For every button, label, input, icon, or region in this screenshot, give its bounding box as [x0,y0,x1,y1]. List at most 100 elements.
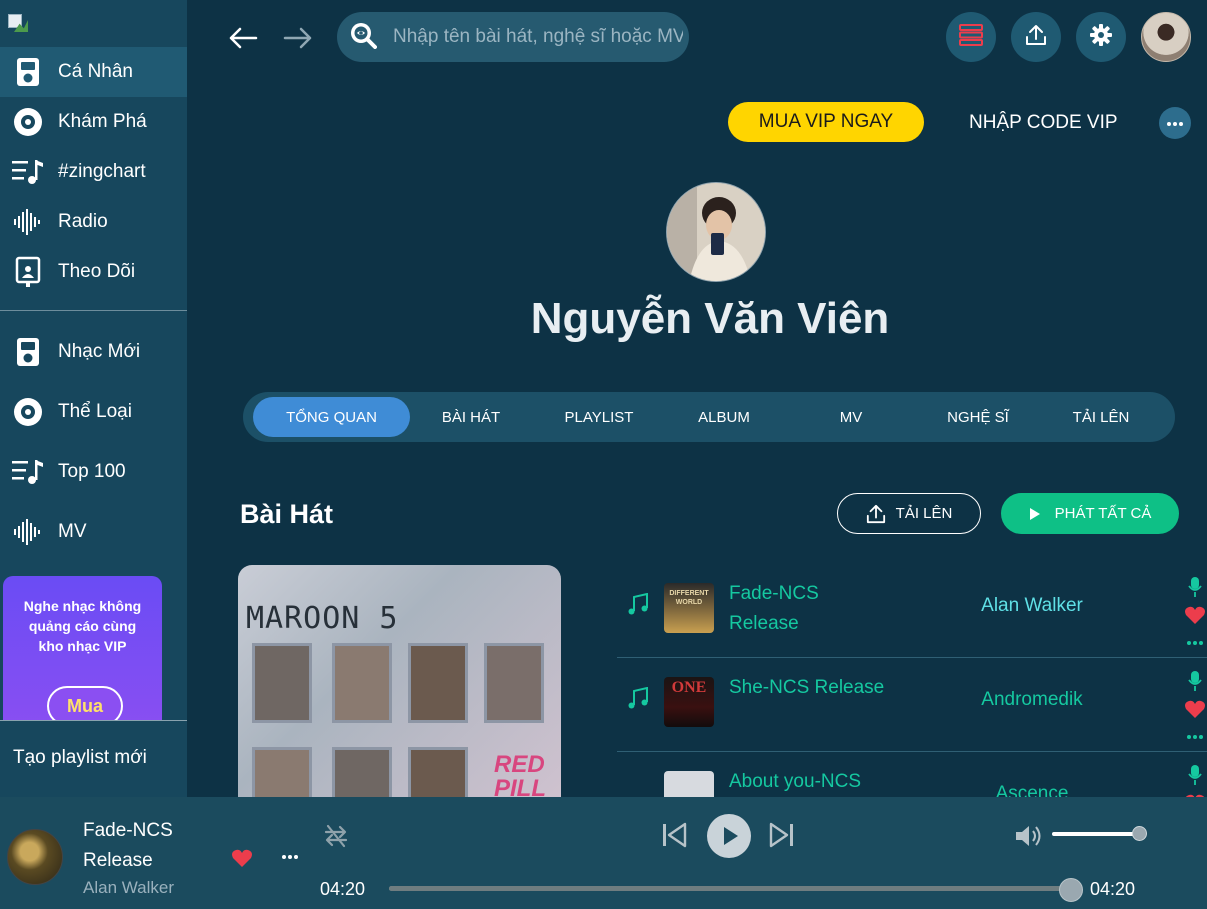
user-avatar[interactable] [1141,12,1191,62]
forward-arrow-icon[interactable] [283,24,313,52]
song-artist[interactable]: Andromedik [917,689,1147,711]
sidebar-item-nhac-moi[interactable]: Nhạc Mới [0,327,187,377]
follow-icon [12,256,44,288]
vip-promo-text: Nghe nhạc không quảng cáo cùng kho nhạc … [23,598,142,654]
album-face [484,643,544,723]
new-playlist-button[interactable]: Tạo playlist mới [0,720,187,797]
song-title[interactable]: Fade-NCS Release [729,579,889,639]
tab-playlist[interactable]: PLAYLIST [532,397,666,437]
play-button[interactable] [707,814,751,858]
sidebar-item-label: Nhạc Mới [58,341,141,362]
song-artist[interactable]: Ascence [917,783,1147,797]
song-actions [1184,573,1206,657]
vip-promo-card: Nghe nhạc không quảng cáo cùng kho nhạc … [3,576,162,736]
tab-nghe-si[interactable]: NGHỆ SĨ [920,397,1036,437]
tab-tai-len[interactable]: TẢI LÊN [1036,397,1166,437]
heart-icon[interactable] [231,848,253,868]
logo-broken-image-icon[interactable] [8,14,28,32]
profile-avatar [666,182,766,282]
back-arrow-icon[interactable] [228,24,258,52]
progress-knob[interactable] [1059,878,1083,902]
karaoke-mic-icon[interactable] [1184,761,1206,789]
buy-vip-button[interactable]: MUA VIP NGAY [728,102,924,142]
disc-icon [12,396,44,428]
sidebar-item-label: Thể Loại [58,401,132,422]
album-art[interactable]: MAROON 5 RED PILL [238,565,561,797]
album-face [252,747,312,797]
song-thumb-text: DIFFERENT WORLD [669,590,709,606]
upload-label: TẢI LÊN [895,505,953,522]
sidebar-item-mv[interactable]: MV [0,507,187,557]
ellipsis-icon[interactable] [281,847,303,867]
album-art-label: RED PILL [494,751,546,798]
song-row[interactable]: DIFFERENT WORLD Fade-NCS Release Alan Wa… [617,565,1207,658]
shuffle-icon[interactable] [322,822,350,850]
sidebar-item-theo-doi[interactable]: Theo Dõi [0,247,187,297]
sidebar-item-kham-pha[interactable]: Khám Phá [0,97,187,147]
sidebar-item-label: MV [58,521,87,542]
soundwave-icon [12,206,44,238]
next-track-icon[interactable] [769,822,795,848]
sidebar-item-top-100[interactable]: Top 100 [0,447,187,497]
karaoke-mic-icon[interactable] [1184,667,1206,695]
more-options-button[interactable] [1159,107,1191,139]
settings-button[interactable] [1076,12,1126,62]
progress-bar[interactable] [389,878,1083,902]
player-song-artist[interactable]: Alan Walker [83,878,174,898]
karaoke-mic-icon[interactable] [1184,573,1206,601]
ellipsis-icon[interactable] [1184,723,1206,751]
sidebar-item-label: Khám Phá [58,111,147,132]
music-note-icon [627,592,649,617]
search-bar [337,12,689,62]
ipod-icon [12,56,44,88]
sidebar-item-label: Theo Dõi [58,261,136,282]
upload-icon [866,504,886,524]
play-icon [1029,507,1041,521]
sidebar-item-radio[interactable]: Radio [0,197,187,247]
song-thumbnail: ONE [664,677,714,727]
tab-album[interactable]: ALBUM [666,397,782,437]
song-title[interactable]: About you-NCS [729,767,889,797]
upload-button[interactable]: TẢI LÊN [837,493,981,534]
tab-mv[interactable]: MV [782,397,920,437]
tab-bai-hat[interactable]: BÀI HÁT [410,397,532,437]
play-all-button[interactable]: PHÁT TẤT CẢ [1001,493,1179,534]
album-face [408,747,468,797]
ellipsis-icon[interactable] [1184,629,1206,657]
song-title[interactable]: She-NCS Release [729,673,889,703]
volume-knob[interactable] [1132,826,1147,841]
search-input[interactable] [393,26,683,48]
server-theme-button[interactable] [946,12,996,62]
tab-tong-quan[interactable]: TỔNG QUAN [253,397,410,437]
previous-track-icon[interactable] [661,822,687,848]
song-row[interactable]: About you-NCS Ascence [617,753,1207,797]
song-thumb-text: ONE [671,679,707,696]
search-icon [349,21,377,54]
play-icon [723,826,739,846]
enter-vip-code-button[interactable]: NHẬP CODE VIP [969,112,1118,134]
sidebar-item-label: Cá Nhân [58,61,133,82]
playlist-icon [12,156,44,188]
sidebar-item-the-loai[interactable]: Thể Loại [0,387,187,437]
sidebar: Cá Nhân Khám Phá #zingchart Radio Theo D… [0,0,187,797]
song-row[interactable]: ONE She-NCS Release Andromedik [617,659,1207,752]
player-song-title[interactable]: Fade-NCS Release [83,816,203,876]
heart-icon[interactable] [1184,695,1206,723]
heart-icon[interactable] [1184,789,1206,797]
sidebar-item-label: Radio [58,211,108,232]
sidebar-item-ca-nhan[interactable]: Cá Nhân [0,47,187,97]
volume-icon[interactable] [1014,823,1042,849]
upload-header-button[interactable] [1011,12,1061,62]
server-icon [959,23,983,51]
heart-icon[interactable] [1184,601,1206,629]
volume-slider[interactable] [1052,826,1147,841]
player-bar: Fade-NCS Release Alan Walker 04:20 04:20 [0,797,1207,909]
song-actions [1184,761,1206,797]
profile-tabs: TỔNG QUAN BÀI HÁT PLAYLIST ALBUM MV NGHỆ… [243,392,1175,442]
player-cover[interactable] [7,829,63,885]
sidebar-item-zingchart[interactable]: #zingchart [0,147,187,197]
ipod-icon [12,336,44,368]
song-artist[interactable]: Alan Walker [917,595,1147,617]
gear-icon [1090,23,1112,51]
song-thumbnail [664,771,714,797]
